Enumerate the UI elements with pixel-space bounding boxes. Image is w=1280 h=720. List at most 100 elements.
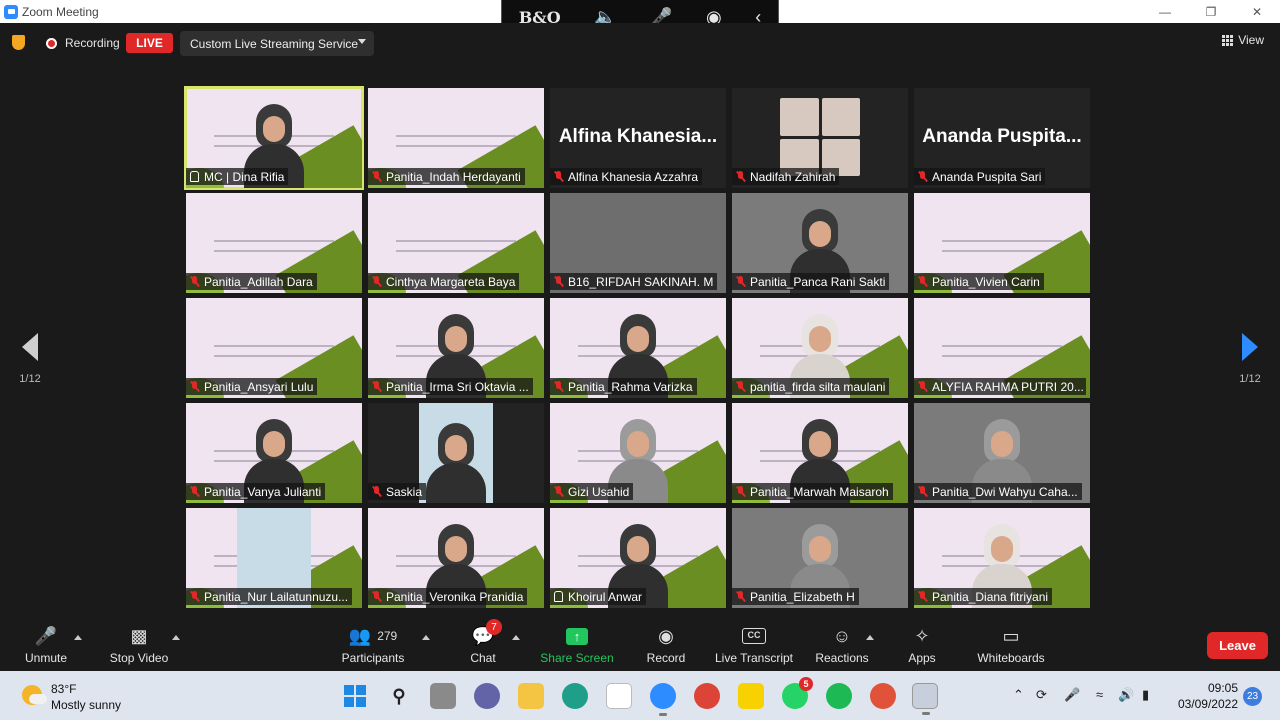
participant-name: Alfina Khanesia Azzahra (568, 169, 699, 184)
participant-name: Cinthya Margareta Baya (386, 274, 516, 289)
view-button[interactable]: View (1222, 33, 1264, 47)
whatsapp-icon[interactable]: 5 (782, 677, 813, 709)
share-screen-button[interactable]: ↑ Share Screen (537, 625, 617, 665)
chrome-profile-icon[interactable] (870, 683, 896, 709)
participant-name: Panitia_Indah Herdayanti (386, 169, 521, 184)
stream-service-dropdown[interactable]: Custom Live Streaming Service (180, 31, 374, 56)
weather-sun-icon[interactable] (22, 685, 47, 705)
live-badge[interactable]: LIVE (126, 33, 173, 53)
participant-tile[interactable]: MC | Dina Rifia (184, 86, 364, 190)
participants-options-caret[interactable] (422, 635, 430, 640)
live-transcript-button[interactable]: CC Live Transcript (711, 625, 797, 665)
participant-tile[interactable]: Panitia_Dwi Wahyu Caha... (914, 403, 1090, 503)
muted-mic-icon (736, 591, 745, 602)
participant-name-tag: MC | Dina Rifia (186, 168, 289, 185)
sticky-notes-icon[interactable] (738, 683, 764, 709)
zoom-app-icon (4, 4, 18, 19)
participant-name: B16_RIFDAH SAKINAH. M (568, 274, 714, 289)
weather-temperature[interactable]: 83°F (51, 682, 76, 696)
participant-tile[interactable]: B16_RIFDAH SAKINAH. M (550, 193, 726, 293)
participant-tile[interactable]: panitia_firda silta maulani (732, 298, 908, 398)
leave-button[interactable]: Leave (1207, 632, 1268, 659)
participant-tile[interactable]: Panitia_Adillah Dara (186, 193, 362, 293)
reactions-options-caret[interactable] (866, 635, 874, 640)
slide-subtitle-lines (396, 240, 516, 252)
teams-chat-icon[interactable] (474, 683, 500, 709)
weather-description[interactable]: Mostly sunny (51, 698, 121, 712)
shield-icon[interactable] (12, 35, 25, 50)
muted-mic-icon (372, 381, 381, 392)
prev-page-button[interactable]: 1/12 (10, 333, 50, 385)
microsoft-store-icon[interactable] (606, 683, 632, 709)
participant-tile[interactable]: Saskia (368, 403, 544, 503)
video-gallery: MC | Dina Rifia Panitia_Indah Herdayanti A… (184, 86, 1094, 608)
search-icon[interactable]: ⚲ (386, 683, 412, 709)
close-icon[interactable]: ✕ (1234, 0, 1280, 23)
video-options-caret[interactable] (172, 635, 180, 640)
stop-video-button[interactable]: ▩ Stop Video (104, 625, 174, 666)
participant-tile[interactable]: Gizi Usahid (550, 403, 726, 503)
snipping-tool-icon[interactable] (912, 683, 938, 715)
participant-tile[interactable]: Panitia_Panca Rani Sakti (732, 193, 908, 293)
audio-options-caret[interactable] (74, 635, 82, 640)
participant-tile[interactable]: Panitia_Marwah Maisaroh (732, 403, 908, 503)
live-transcript-label: Live Transcript (714, 651, 794, 665)
stop-video-label: Stop Video (109, 651, 169, 665)
recording-label[interactable]: Recording (65, 36, 120, 50)
participant-tile[interactable]: Panitia_Veronika Pranidia (368, 508, 544, 608)
participant-tile[interactable]: Panitia_Irma Sri Oktavia ... (368, 298, 544, 398)
participant-tile[interactable]: Panitia_Diana fitriyani (914, 508, 1090, 608)
record-button[interactable]: ◉ Record (644, 625, 688, 666)
wifi-icon[interactable]: ≈ (1096, 687, 1103, 702)
spotify-icon[interactable] (826, 683, 852, 709)
file-explorer-icon[interactable] (518, 683, 544, 709)
participant-tile[interactable]: Ananda Puspita... Ananda Puspita Sari (914, 88, 1090, 188)
maximize-icon[interactable]: ❐ (1188, 0, 1234, 23)
record-label: Record (646, 651, 686, 665)
whiteboards-button[interactable]: ▭ Whiteboards (972, 625, 1050, 666)
unmuted-mic-icon (554, 591, 563, 602)
task-view-icon[interactable] (430, 683, 456, 709)
participant-tile[interactable]: Panitia_Indah Herdayanti (368, 88, 544, 188)
sync-icon[interactable]: ⟳ (1036, 687, 1047, 703)
participant-tile[interactable]: Nadifah Zahirah (732, 88, 908, 188)
participants-icon-wrap: 👥 279 (338, 625, 408, 647)
whiteboards-label: Whiteboards (977, 651, 1045, 665)
participant-tile[interactable]: Alfina Khanesia... Alfina Khanesia Azzahr… (550, 88, 726, 188)
participant-tile[interactable]: Panitia_Vanya Julianti (186, 403, 362, 503)
participant-tile[interactable]: ALYFIA RAHMA PUTRI 20... (914, 298, 1090, 398)
apps-button[interactable]: ✧ Apps (904, 625, 940, 666)
minimize-icon[interactable]: — (1142, 0, 1188, 23)
participant-tile[interactable]: Cinthya Margareta Baya (368, 193, 544, 293)
participant-tile[interactable]: Panitia_Vivien Carin (914, 193, 1090, 293)
chat-button[interactable]: 💬 7 Chat (462, 619, 504, 665)
unmute-button[interactable]: 🎤 Unmute (18, 625, 74, 666)
smiley-icon: ☺ (832, 625, 852, 646)
reactions-button[interactable]: ☺ Reactions (813, 625, 871, 666)
participant-tile[interactable]: Khoirul Anwar (550, 508, 726, 608)
recording-dot-icon (46, 38, 57, 49)
participant-tile[interactable]: Panitia_Nur Lailatunnuzu... (186, 508, 362, 608)
volume-icon[interactable]: 🔊 (1118, 687, 1134, 703)
participant-name-tag: Ananda Puspita Sari (914, 168, 1046, 185)
windows-start-icon[interactable] (342, 683, 368, 709)
taskbar-clock[interactable]: 09:05 03/09/2022 (1170, 680, 1238, 712)
battery-icon[interactable]: ▮ (1142, 687, 1149, 703)
microphone-tray-icon[interactable]: 🎤 (1064, 687, 1080, 703)
chevron-up-icon[interactable]: ⌃ (1013, 687, 1024, 703)
notification-badge[interactable]: 23 (1243, 687, 1262, 706)
zoom-taskbar-icon[interactable] (650, 683, 676, 716)
participant-tile[interactable]: Panitia_Ansyari Lulu (186, 298, 362, 398)
chrome-icon[interactable] (694, 683, 720, 709)
next-page-button[interactable]: 1/12 (1230, 333, 1270, 385)
muted-mic-icon (372, 486, 381, 497)
participant-name: Panitia_Ansyari Lulu (204, 379, 314, 394)
participant-tile[interactable]: Panitia_Elizabeth H (732, 508, 908, 608)
arrow-left-icon (22, 333, 38, 361)
participant-name: Panitia_Panca Rani Sakti (750, 274, 886, 289)
participants-button[interactable]: 👥 279 Participants (338, 625, 408, 666)
chat-options-caret[interactable] (512, 635, 520, 640)
edge-browser-icon[interactable] (562, 683, 588, 709)
participant-tile[interactable]: Panitia_Rahma Varizka (550, 298, 726, 398)
slide-subtitle-lines (396, 135, 516, 147)
